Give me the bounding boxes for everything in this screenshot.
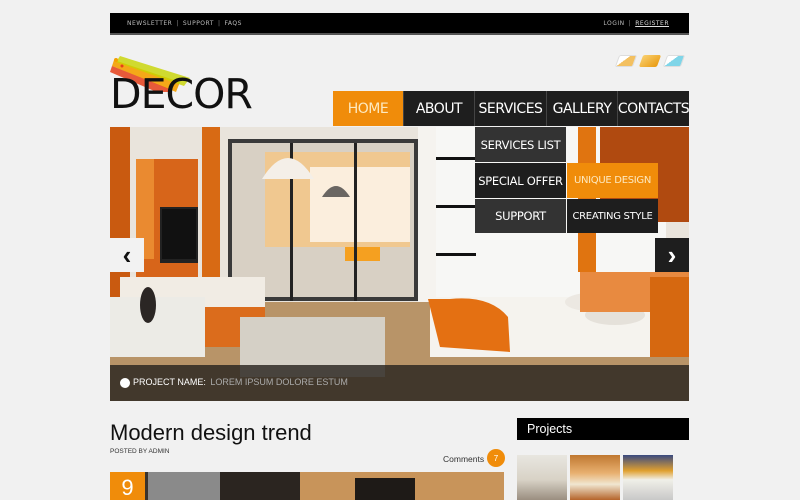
nav-services[interactable]: SERVICES bbox=[475, 91, 547, 126]
nav-about[interactable]: ABOUT bbox=[404, 91, 475, 126]
twitter-icon[interactable] bbox=[662, 55, 686, 67]
post-date: 9 bbox=[110, 472, 145, 500]
caption-text: PROJECT NAME: LOREM IPSUM DOLORE ESTUM bbox=[133, 377, 348, 387]
project-thumbnail[interactable] bbox=[517, 455, 567, 500]
logo[interactable]: DECOR bbox=[110, 52, 253, 116]
dropdown-special-offer[interactable]: SPECIAL OFFER bbox=[475, 163, 566, 198]
caption-label: PROJECT NAME: bbox=[133, 377, 206, 387]
slide-indicator[interactable] bbox=[120, 378, 130, 388]
newsletter-link[interactable]: NEWSLETTER bbox=[127, 20, 172, 27]
project-thumbnail[interactable] bbox=[623, 455, 673, 500]
separator: | bbox=[176, 20, 179, 27]
register-link[interactable]: REGISTER bbox=[635, 20, 669, 27]
post-title[interactable]: Modern design trend bbox=[110, 420, 312, 446]
support-link[interactable]: SUPPORT bbox=[183, 20, 214, 27]
logo-text: DECOR bbox=[110, 70, 253, 118]
social-icons bbox=[614, 55, 686, 67]
projects-heading: Projects bbox=[517, 418, 689, 440]
nav-gallery[interactable]: GALLERY bbox=[547, 91, 618, 126]
main-nav: HOME ABOUT SERVICES GALLERY CONTACTS bbox=[333, 91, 690, 126]
top-bar: NEWSLETTER | SUPPORT | FAQS LOGIN | REGISTER bbox=[110, 13, 689, 35]
submenu-unique-design[interactable]: UNIQUE DESIGN bbox=[567, 163, 658, 198]
caption-value: LOREM IPSUM DOLORE ESTUM bbox=[210, 377, 348, 387]
project-thumbnail[interactable] bbox=[570, 455, 620, 500]
mail-icon[interactable] bbox=[638, 55, 662, 67]
nav-contacts[interactable]: CONTACTS bbox=[618, 91, 690, 126]
slider-next-button[interactable]: › bbox=[655, 238, 689, 272]
submenu-creating-style[interactable]: CREATING STYLE bbox=[567, 199, 658, 233]
slide-caption: PROJECT NAME: LOREM IPSUM DOLORE ESTUM bbox=[110, 365, 689, 401]
post-author: POSTED BY ADMIN bbox=[110, 448, 170, 455]
separator: | bbox=[217, 20, 221, 27]
post-image bbox=[110, 472, 504, 500]
separator: | bbox=[628, 20, 632, 27]
faqs-link[interactable]: FAQS bbox=[224, 20, 241, 27]
dropdown-support[interactable]: SUPPORT bbox=[475, 199, 566, 233]
dropdown-services-list[interactable]: SERVICES LIST bbox=[475, 127, 566, 162]
chevron-left-icon: ‹ bbox=[122, 239, 132, 270]
nav-home[interactable]: HOME bbox=[333, 91, 404, 126]
rss-icon[interactable] bbox=[614, 55, 638, 67]
account-links: LOGIN | REGISTER bbox=[603, 20, 669, 27]
comments-count-badge[interactable]: 7 bbox=[487, 449, 505, 467]
chevron-right-icon: › bbox=[667, 239, 677, 270]
project-thumbnails bbox=[517, 455, 673, 500]
login-link[interactable]: LOGIN bbox=[603, 20, 624, 27]
slider-prev-button[interactable]: ‹ bbox=[110, 238, 144, 272]
comments-link[interactable]: Comments bbox=[443, 454, 484, 464]
post-image-graphic bbox=[110, 472, 504, 500]
top-links: NEWSLETTER | SUPPORT | FAQS bbox=[127, 20, 242, 27]
